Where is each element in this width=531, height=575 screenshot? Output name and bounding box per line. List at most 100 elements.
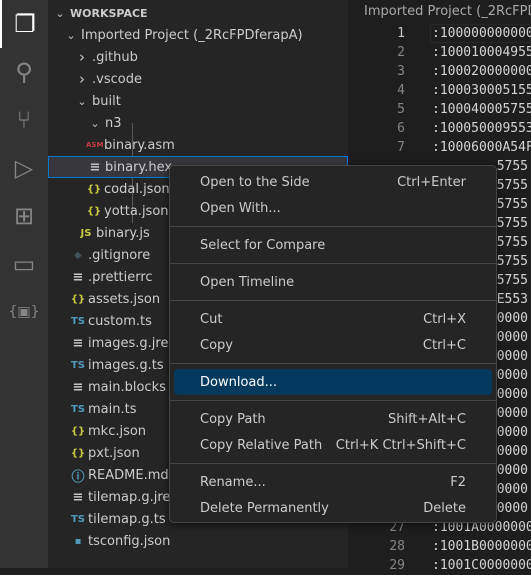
workspace-header[interactable]: ⌄ WORKSPACE [48,2,348,24]
code-line[interactable]: :100050009553 [432,119,531,138]
menu-item-label: Copy Relative Path [200,437,323,453]
code-line[interactable]: :100010004955 [432,43,531,62]
menu-item-label: Open With... [200,200,281,216]
menu-item-open-to-the-side[interactable]: Open to the Side Ctrl+Enter [174,169,492,195]
code-line-fragment[interactable]: 0000 [497,499,528,518]
code-line-fragment[interactable]: E553 [497,290,528,309]
makecode-button[interactable]: {▣} [0,288,48,336]
line-number: 2 [397,45,405,60]
tree-item-label: binary.js [96,225,150,241]
extensions-button[interactable]: ⊞ [0,192,48,240]
line-number: 28 [389,539,405,554]
folder-Imported-Project-_2RcFPDferapA-[interactable]: ⌄ Imported Project (_2RcFPDferapA) [48,24,348,46]
code-line-fragment[interactable]: 5755 [497,271,528,290]
menu-item-label: Cut [200,311,223,327]
text-file-icon: ≡ [72,335,84,351]
code-line-fragment[interactable]: 5755 [497,157,528,176]
tree-item-label: codal.json [104,181,170,197]
code-line-fragment[interactable]: 5755 [497,195,528,214]
code-line-fragment[interactable]: 0000 [497,404,528,423]
menu-separator [170,400,496,401]
menu-item-open-timeline[interactable]: Open Timeline [174,269,492,295]
menu-item-shortcut: F2 [450,474,466,490]
code-line-fragment[interactable]: 0000 [497,328,528,347]
text-file-icon: ≡ [89,159,101,175]
text-file-icon: ≡ [72,489,84,505]
tree-item-label: .prettierrc [88,269,153,285]
tree-item-label: pxt.json [88,445,140,461]
code-line-fragment[interactable]: 0000 [497,442,528,461]
code-line-fragment[interactable]: 0000 [497,423,528,442]
line-number: 7 [397,140,405,155]
code-line-fragment[interactable]: 5755 [497,176,528,195]
code-line[interactable]: :100020000000 [432,62,531,81]
code-line-fragment[interactable]: 0000 [497,480,528,499]
menu-item-label: Open Timeline [200,274,295,290]
code-line-fragment[interactable]: 0000 [497,366,528,385]
chevron-down-icon: ⌄ [77,94,87,108]
code-line[interactable]: :100000000000 [432,24,531,43]
menu-item-download[interactable]: Download... [174,369,492,395]
code-line[interactable]: :10006000A54F [432,138,531,157]
explorer-button[interactable]: ❐ [0,0,48,48]
tree-item-label: n3 [105,115,122,131]
code-line[interactable]: :100030005155 [432,81,531,100]
menu-item-rename[interactable]: Rename... F2 [174,469,492,495]
folder--vscode[interactable]: › .vscode [48,68,348,90]
menu-item-copy[interactable]: Copy Ctrl+C [174,332,492,358]
source-control-button[interactable]: ⑂ [0,96,48,144]
code-line-fragment[interactable]: 5755 [497,252,528,271]
tree-item-label: binary.asm [104,137,175,153]
tree-item-label: .gitignore [88,247,151,263]
menu-separator [170,226,496,227]
code-line-fragment[interactable]: 5755 [497,233,528,252]
code-line-fragment[interactable]: 0000 [497,385,528,404]
code-line[interactable]: :1001C0000000 [432,556,531,575]
code-line[interactable]: :1001B0000000 [432,537,531,556]
menu-item-open-with[interactable]: Open With... [174,195,492,221]
line-number: 1 [397,26,405,41]
tree-item-label: tilemap.g.ts [88,511,166,527]
run-debug-button[interactable]: ▷ [0,144,48,192]
extensions-icon: ⊞ [13,202,35,230]
search-button[interactable]: ⚲ [0,48,48,96]
ts-file-icon: TS [70,315,86,327]
menu-item-shortcut: Delete [423,500,466,516]
makecode-icon: {▣} [8,304,40,320]
tree-item-label: tsconfig.json [88,533,171,549]
json-file-icon: {} [70,447,86,459]
code-line-fragment[interactable]: 0000 [497,461,528,480]
breadcrumb[interactable]: Imported Project (_2RcFPDfer [364,4,531,19]
folder-n3[interactable]: ⌄ n3 [48,112,348,134]
code-line-fragment[interactable]: 5755 [497,214,528,233]
menu-item-delete-permanently[interactable]: Delete Permanently Delete [174,495,492,521]
tree-item-label: main.ts [88,401,137,417]
menu-item-shortcut: Shift+Alt+C [387,411,466,427]
code-line[interactable]: :100040005755 [432,100,531,119]
chevron-right-icon: › [79,70,85,88]
menu-item-copy-path[interactable]: Copy Path Shift+Alt+C [174,406,492,432]
menu-item-cut[interactable]: Cut Ctrl+X [174,306,492,332]
chevron-down-icon: ⌄ [66,28,76,42]
menu-item-select-for-compare[interactable]: Select for Compare [174,232,492,258]
remote-explorer-button[interactable]: ▭ [0,240,48,288]
file-tsconfig-json[interactable]: ▪ tsconfig.json [48,530,348,552]
code-line-fragment[interactable]: 0000 [497,347,528,366]
search-icon: ⚲ [15,58,33,86]
asm-file-icon: ASM [86,141,104,149]
text-file-icon: ≡ [72,269,84,285]
line-number: 3 [397,64,405,79]
menu-item-copy-relative-path[interactable]: Copy Relative Path Ctrl+K Ctrl+Shift+C [174,432,492,458]
js-file-icon: JS [80,227,92,239]
folder-built[interactable]: ⌄ built [48,90,348,112]
git-file-icon: ◆ [74,249,82,261]
menu-item-shortcut: Ctrl+K Ctrl+Shift+C [335,437,466,453]
tree-item-label: .github [92,49,138,65]
menu-item-label: Download... [200,374,278,390]
ts-file-icon: TS [70,403,86,415]
code-line-fragment[interactable]: 0000 [497,309,528,328]
file-binary-asm[interactable]: ASM binary.asm [48,134,348,156]
menu-separator [170,463,496,464]
menu-item-shortcut: Ctrl+X [423,311,466,327]
folder--github[interactable]: › .github [48,46,348,68]
